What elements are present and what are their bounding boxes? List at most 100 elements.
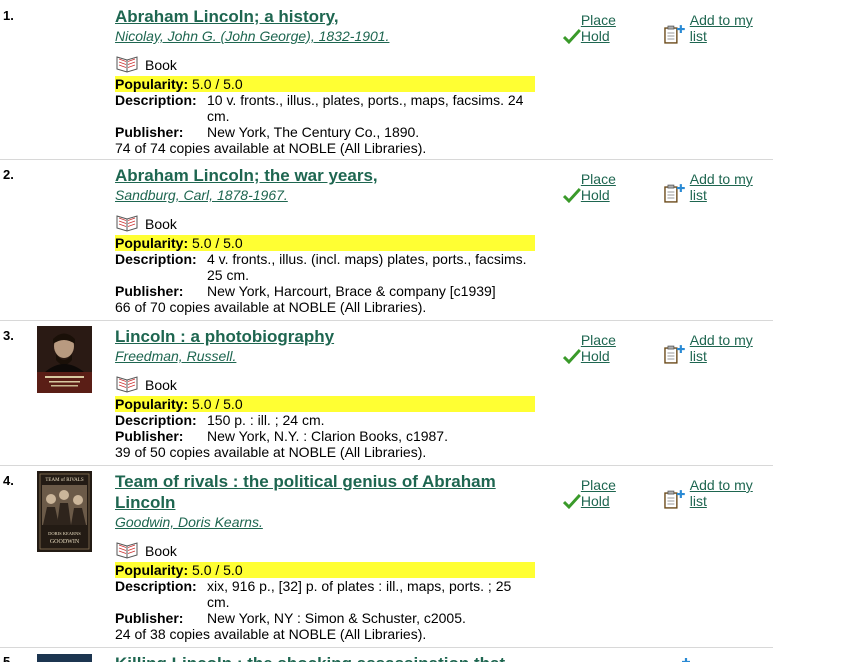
result-format: Book [115,51,535,73]
popularity-row: Popularity: 5.0 / 5.0 [115,562,535,578]
result-title-link[interactable]: Lincoln : a photobiography [115,326,535,347]
place-hold-link[interactable]: Place Hold [563,12,648,44]
place-hold-label: Place Hold [580,332,616,364]
availability-text: 24 of 38 copies available at NOBLE (All … [115,626,427,642]
result-format: Book [115,371,535,393]
add-to-list-icon [664,345,685,364]
cover-image[interactable]: TEAM of RIVALS DORIS KEARNS GOODWIN [37,471,92,552]
search-result: 5. Killing Lincoln : the shocking assass… [0,648,773,662]
description-label: Description: [115,92,197,108]
publisher-value: New York, Harcourt, Brace & company [c19… [207,283,496,299]
description-row: Description: 4 v. fronts., illus. (incl. … [115,251,535,283]
result-info: Killing Lincoln : the shocking assassina… [115,653,535,662]
format-label: Book [145,216,177,232]
checkmark-icon [563,188,581,203]
cover-author-last-text: GOODWIN [50,539,80,545]
result-actions: Place Hold Add to my list [563,171,773,203]
add-to-list-link[interactable]: Add to my list [662,332,773,364]
popularity-row: Popularity: 5.0 / 5.0 [115,235,535,251]
result-title-link[interactable]: Killing Lincoln : the shocking assassina… [115,653,535,662]
popularity-label: Popularity: [115,235,189,251]
description-row: Description: 150 p. : ill. ; 24 cm. [115,412,535,428]
popularity-label: Popularity: [115,396,189,412]
popularity-value: 5.0 / 5.0 [192,235,243,251]
popularity-row: Popularity: 5.0 / 5.0 [115,396,535,412]
result-title-link[interactable]: Team of rivals : the political genius of… [115,471,535,513]
add-to-list-label: Add to my list [689,332,753,364]
popularity-label: Popularity: [115,562,189,578]
cover-author-first-text: DORIS KEARNS [48,531,81,536]
result-info: Abraham Lincoln; a history, Nicolay, Joh… [115,6,535,156]
result-number: 5. [3,654,14,662]
publisher-label: Publisher: [115,428,184,444]
publisher-value: New York, The Century Co., 1890. [207,124,420,140]
place-hold-label: Place Hold [580,12,616,44]
add-to-list-label: Add to my list [689,12,753,44]
place-hold-label: Place Hold [580,171,616,203]
search-result: 3. Lincoln : a photobiography Freedman, … [0,321,773,465]
result-title-link[interactable]: Abraham Lincoln; the war years, [115,165,535,186]
lincoln-portrait-cover [37,326,92,393]
add-to-list-label: Add to my list [689,171,753,203]
book-icon [116,376,138,393]
checkmark-icon [563,29,581,44]
description-value: 10 v. fronts., illus., plates, ports., m… [207,92,524,124]
description-label: Description: [115,412,197,428]
popularity-value: 5.0 / 5.0 [192,396,243,412]
result-number: 3. [3,328,14,343]
description-value: xix, 916 p., [32] p. of plates : ill., m… [207,578,512,610]
book-icon [116,215,138,232]
cover-image[interactable] [37,326,92,393]
add-to-list-link[interactable]: Add to my list [662,171,773,203]
book-icon [116,56,138,73]
result-info: Abraham Lincoln; the war years, Sandburg… [115,165,535,315]
add-to-list-icon [664,25,685,44]
publisher-row: Publisher: New York, The Century Co., 189… [115,124,535,140]
popularity-row: Popularity: 5.0 / 5.0 [115,76,535,92]
search-result: 1. Abraham Lincoln; a history, Nicolay, … [0,0,773,159]
add-to-list-link[interactable]: Add to my list [662,12,773,44]
cover-image[interactable] [37,654,92,662]
result-actions: Place Hold Add to my list [563,12,773,44]
result-author-link[interactable]: Nicolay, John G. (John George), 1832-190… [115,27,535,45]
add-to-list-link[interactable]: Add to my list [662,477,773,509]
search-result: 2. Abraham Lincoln; the war years, Sandb… [0,160,773,319]
add-to-list-icon [682,658,690,662]
place-hold-link[interactable]: Place Hold [563,171,648,203]
result-number: 4. [3,473,14,488]
result-format: Book [115,210,535,232]
place-hold-link[interactable]: Place Hold [563,332,648,364]
result-info: Team of rivals : the political genius of… [115,471,535,642]
description-label: Description: [115,578,197,594]
description-row: Description: 10 v. fronts., illus., plate… [115,92,535,124]
result-title-link[interactable]: Abraham Lincoln; a history, [115,6,535,27]
publisher-row: Publisher: New York, NY : Simon & Schuste… [115,610,535,626]
result-number: 2. [3,167,14,182]
popularity-value: 5.0 / 5.0 [192,76,243,92]
result-author-link[interactable]: Goodwin, Doris Kearns. [115,513,535,531]
result-format: Book [115,537,535,559]
result-author-link[interactable]: Freedman, Russell. [115,347,535,365]
team-of-rivals-cover: TEAM of RIVALS DORIS KEARNS GOODWIN [37,471,92,552]
publisher-label: Publisher: [115,124,184,140]
checkmark-icon [563,494,581,509]
description-row: Description: xix, 916 p., [32] p. of plat… [115,578,535,610]
book-icon [116,542,138,559]
result-author-link[interactable]: Sandburg, Carl, 1878-1967. [115,186,535,204]
result-info: Lincoln : a photobiography Freedman, Rus… [115,326,535,460]
publisher-row: Publisher: New York, N.Y. : Clarion Books… [115,428,535,444]
availability-text: 66 of 70 copies available at NOBLE (All … [115,299,427,315]
result-actions: Place Hold Add to my list [563,332,773,364]
popularity-label: Popularity: [115,76,189,92]
result-actions: Place Hold Add to my list [563,477,773,509]
publisher-label: Publisher: [115,610,184,626]
description-value: 4 v. fronts., illus. (incl. maps) plates… [207,251,527,283]
add-to-list-label: Add to my list [689,477,753,509]
place-hold-link[interactable]: Place Hold [563,477,648,509]
checkmark-icon [563,349,581,364]
description-value: 150 p. : ill. ; 24 cm. [207,412,325,428]
availability-text: 39 of 50 copies available at NOBLE (All … [115,444,427,460]
format-label: Book [145,57,177,73]
publisher-row: Publisher: New York, Harcourt, Brace & co… [115,283,535,299]
place-hold-label: Place Hold [580,477,616,509]
